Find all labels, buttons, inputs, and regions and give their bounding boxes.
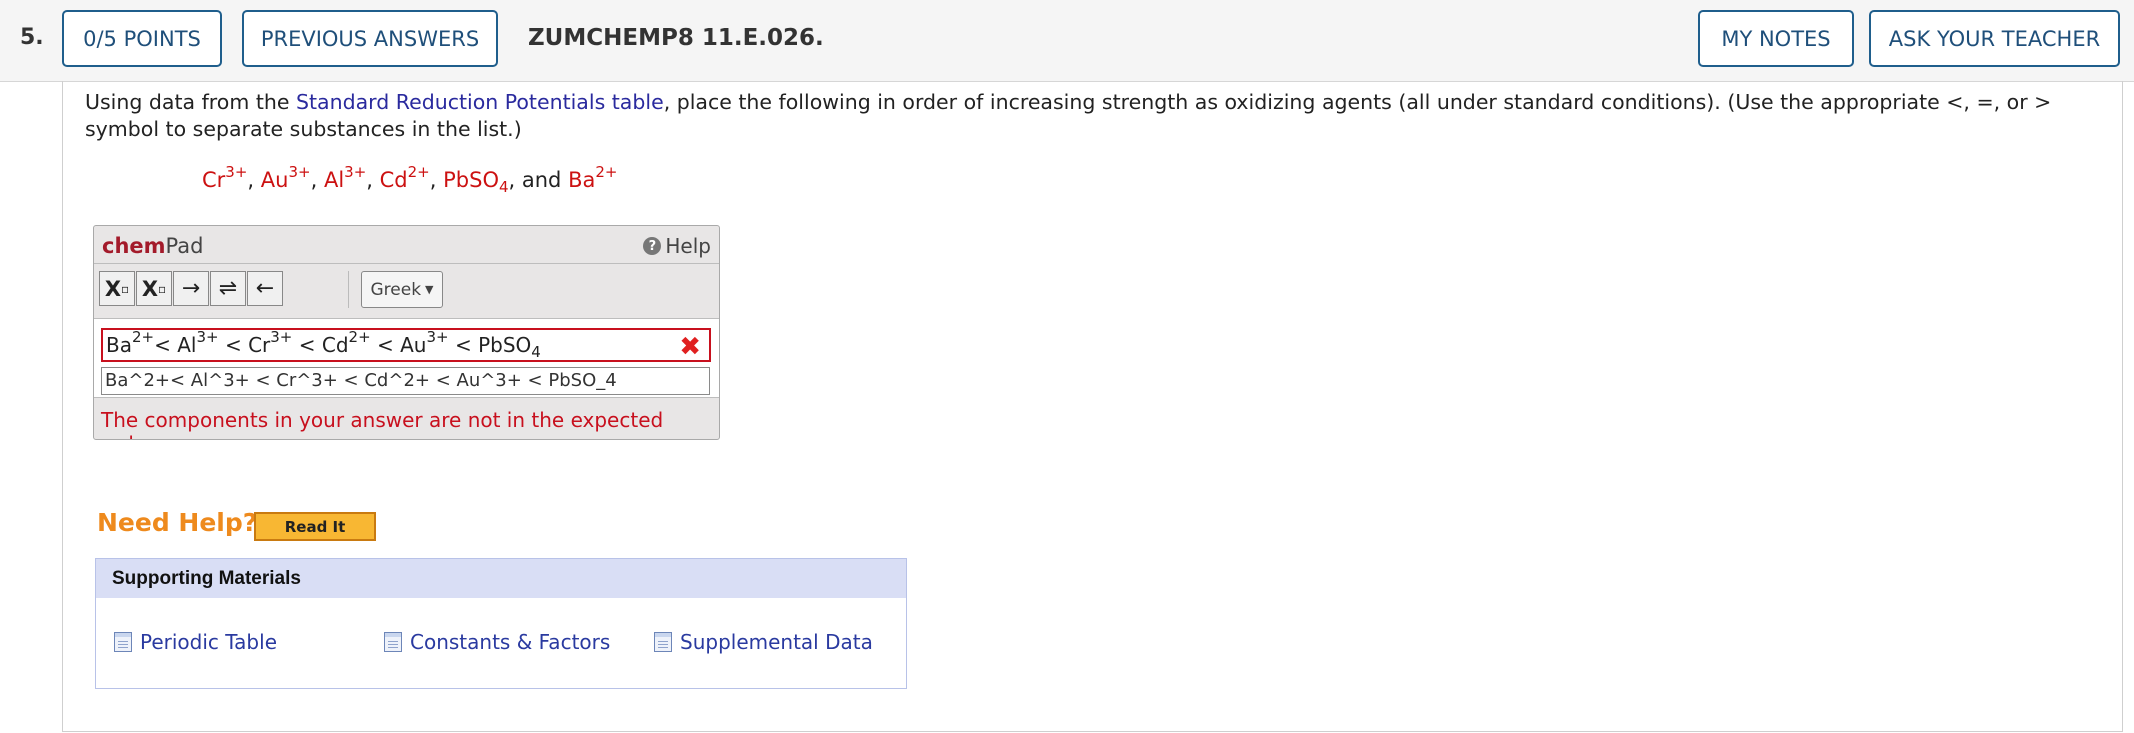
question-text-start: Using data from the bbox=[85, 90, 296, 114]
need-help-label: Need Help? bbox=[97, 508, 258, 537]
constants-factors-link[interactable]: Constants & Factors bbox=[384, 630, 610, 654]
chempad-toolbar: X ▫ X ▫ → ⇌ ← bbox=[99, 271, 284, 308]
left-arrow-button[interactable]: ← bbox=[247, 271, 283, 306]
read-it-button[interactable]: Read It bbox=[254, 512, 376, 541]
document-icon bbox=[114, 632, 132, 652]
chevron-down-icon: ▼ bbox=[425, 283, 434, 296]
species-ba: Ba2+ bbox=[568, 163, 618, 193]
periodic-table-label: Periodic Table bbox=[140, 630, 277, 654]
question-number: 5. bbox=[20, 25, 44, 50]
my-notes-button[interactable]: MY NOTES bbox=[1698, 10, 1854, 67]
toolbar-divider bbox=[348, 271, 349, 308]
incorrect-x-icon: ✖ bbox=[679, 332, 701, 362]
ask-your-teacher-button[interactable]: ASK YOUR TEACHER bbox=[1869, 10, 2120, 67]
divider bbox=[94, 263, 719, 264]
chempad-help-button[interactable]: ? Help bbox=[643, 234, 711, 258]
document-icon bbox=[654, 632, 672, 652]
supplemental-data-link[interactable]: Supplemental Data bbox=[654, 630, 873, 654]
points-button[interactable]: 0/5 POINTS bbox=[62, 10, 222, 67]
previous-answers-button[interactable]: PREVIOUS ANSWERS bbox=[242, 10, 498, 67]
chempad-widget: chemPad ? Help X ▫ X ▫ → ⇌ ← Greek ▼ Ba2+<… bbox=[93, 225, 720, 440]
answer-raw-text: Ba^2+< Al^3+ < Cr^3+ < Cd^2+ < Au^3+ < P… bbox=[101, 367, 710, 395]
standard-reduction-potentials-link[interactable]: Standard Reduction Potentials table bbox=[296, 90, 664, 114]
periodic-table-link[interactable]: Periodic Table bbox=[114, 630, 277, 654]
help-icon: ? bbox=[643, 237, 662, 255]
constants-factors-label: Constants & Factors bbox=[410, 630, 611, 654]
question-text: Using data from the Standard Reduction P… bbox=[85, 89, 2095, 143]
question-id: ZUMCHEMP8 11.E.026. bbox=[528, 25, 824, 51]
supporting-materials-panel: Supporting Materials Periodic Table Cons… bbox=[95, 558, 907, 689]
species-al: Al3+ bbox=[323, 163, 367, 193]
supporting-materials-heading: Supporting Materials bbox=[96, 559, 906, 598]
equilibrium-arrow-button[interactable]: ⇌ bbox=[210, 271, 246, 306]
question-header: 5. 0/5 POINTS PREVIOUS ANSWERS ZUMCHEMP8… bbox=[0, 0, 2134, 82]
answer-input[interactable]: Ba2+< Al3+ < Cr3+ < Cd2+ < Au3+ < PbSO4 … bbox=[101, 328, 711, 362]
species-pbso4: PbSO4 bbox=[443, 168, 509, 197]
species-list: Cr3+, Au3+, Al3+, Cd2+, PbSO4, and Ba2+ bbox=[202, 163, 618, 197]
chempad-title: chemPad bbox=[102, 234, 204, 258]
greek-dropdown[interactable]: Greek ▼ bbox=[361, 271, 443, 308]
answer-feedback: The components in your answer are not in… bbox=[101, 408, 664, 439]
supplemental-data-label: Supplemental Data bbox=[680, 630, 873, 654]
right-arrow-button[interactable]: → bbox=[173, 271, 209, 306]
species-cd: Cd2+ bbox=[379, 163, 430, 193]
chempad-input-area: Ba2+< Al3+ < Cr3+ < Cd2+ < Au3+ < PbSO4 … bbox=[94, 318, 719, 398]
help-label: Help bbox=[665, 234, 711, 258]
species-cr: Cr3+ bbox=[202, 163, 248, 193]
superscript-button[interactable]: X ▫ bbox=[136, 271, 172, 306]
document-icon bbox=[384, 632, 402, 652]
species-au: Au3+ bbox=[260, 163, 311, 193]
subscript-button[interactable]: X ▫ bbox=[99, 271, 135, 306]
greek-label: Greek bbox=[370, 279, 422, 300]
and-text: , and bbox=[508, 168, 562, 192]
